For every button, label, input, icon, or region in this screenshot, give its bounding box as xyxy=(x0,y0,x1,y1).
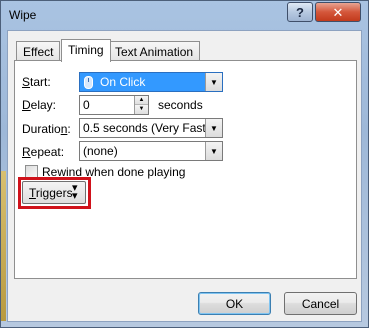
window-title: Wipe xyxy=(9,8,37,22)
delay-label: Delay: xyxy=(22,98,57,112)
chevron-down-icon[interactable]: ▼ xyxy=(205,119,222,137)
repeat-dropdown[interactable]: (none) ▼ xyxy=(79,141,223,161)
double-chevron-down-icon: ▾ ▾ xyxy=(72,182,78,202)
cancel-button[interactable]: Cancel xyxy=(284,292,357,315)
delay-spinner[interactable]: 0 ▲ ▼ xyxy=(79,95,149,115)
delay-value: 0 xyxy=(83,98,90,112)
duration-label: Duration: xyxy=(22,122,71,136)
mouse-icon xyxy=(84,76,93,89)
spin-down-icon[interactable]: ▼ xyxy=(135,105,148,114)
chevron-down-icon[interactable]: ▼ xyxy=(205,73,222,91)
tab-effect[interactable]: Effect xyxy=(16,41,61,61)
close-button[interactable]: ✕ xyxy=(315,2,361,22)
start-value: On Click xyxy=(100,75,146,89)
help-icon: ? xyxy=(296,4,304,20)
delay-spin-buttons[interactable]: ▲ ▼ xyxy=(134,96,148,114)
triggers-label: Triggers xyxy=(29,186,73,200)
start-dropdown[interactable]: On Click ▼ xyxy=(79,72,223,92)
tab-text-animation[interactable]: Text Animation xyxy=(108,41,201,61)
close-icon: ✕ xyxy=(332,4,344,20)
desktop-edge xyxy=(1,171,6,321)
tab-timing[interactable]: Timing xyxy=(61,39,111,62)
dialog-window: Wipe ? ✕ Effect Timing Text Animation St… xyxy=(0,0,369,328)
triggers-button[interactable]: Triggers ▾ ▾ xyxy=(22,181,86,204)
help-button[interactable]: ? xyxy=(287,2,313,22)
ok-button[interactable]: OK xyxy=(198,292,271,315)
duration-value: 0.5 seconds (Very Fast) xyxy=(83,121,210,135)
timing-panel: Start: On Click ▼ Delay: 0 ▲ ▼ seconds D… xyxy=(14,60,357,279)
title-bar[interactable]: Wipe ? ✕ xyxy=(1,1,368,29)
spin-up-icon[interactable]: ▲ xyxy=(135,96,148,105)
repeat-label: Repeat: xyxy=(22,145,65,159)
duration-dropdown[interactable]: 0.5 seconds (Very Fast) ▼ xyxy=(79,118,223,138)
repeat-value: (none) xyxy=(83,144,118,158)
chevron-down-icon[interactable]: ▼ xyxy=(205,142,222,160)
delay-unit: seconds xyxy=(158,98,203,112)
start-label: Start: xyxy=(22,75,51,89)
dialog-body: Effect Timing Text Animation Start: On C… xyxy=(7,30,362,322)
